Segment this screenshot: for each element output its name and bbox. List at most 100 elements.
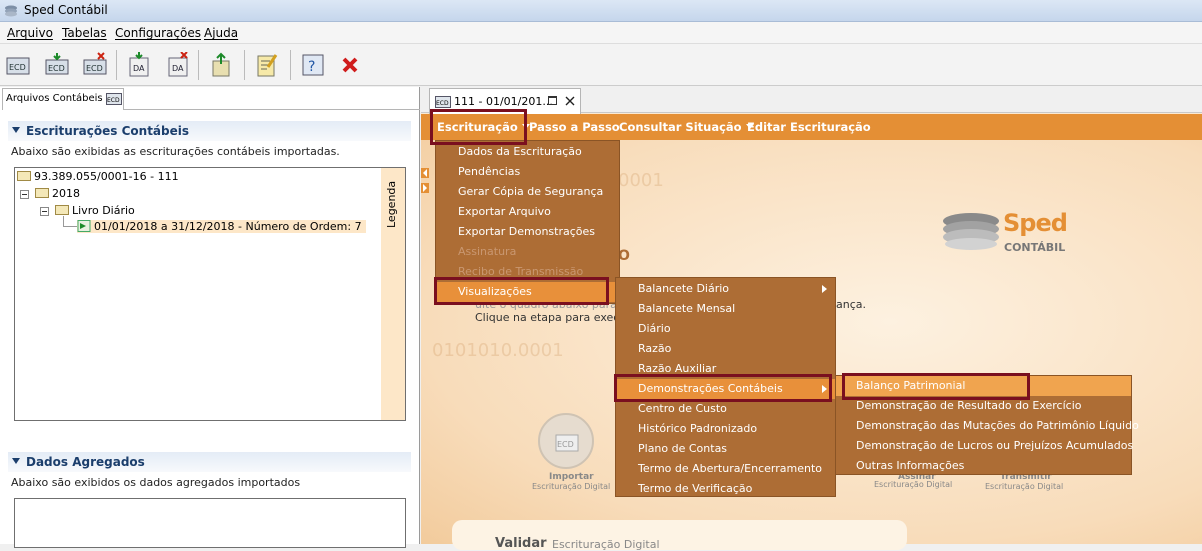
section-title: Escriturações Contábeis — [26, 124, 190, 138]
da-delete-icon[interactable]: DA — [165, 52, 191, 78]
svg-text:ECD: ECD — [557, 440, 574, 449]
menu-item-pendencias[interactable]: Pendências — [436, 162, 619, 182]
legend-label: Legenda — [385, 180, 398, 228]
visualizacoes-submenu: Balancete Diário Balancete Mensal Diário… — [615, 277, 836, 497]
escrituracao-menu-button[interactable]: Escrituração — [437, 120, 530, 134]
ecd-delete-icon[interactable]: ECD — [82, 52, 108, 78]
menu-item-label: Balancete Diário — [638, 282, 730, 295]
menu-item-balancete-diario[interactable]: Balancete Diário — [616, 279, 835, 299]
tree-node-entry[interactable]: 01/01/2018 a 31/12/2018 - Número de Orde… — [77, 220, 366, 233]
tree-node-label: 93.389.055/0001-16 - 111 — [34, 170, 179, 183]
faint-number: 0001 — [618, 170, 664, 191]
step-subtitle: Escrituração Digital — [532, 482, 611, 491]
ecd-new-icon[interactable]: ECD — [5, 52, 31, 78]
logo-sped-text: Sped — [1003, 209, 1068, 237]
toolbar: ECD ECD ECD DA DA ? — [0, 44, 1202, 86]
tree-node-year[interactable]: 2018 — [35, 187, 80, 200]
svg-text:ECD: ECD — [9, 63, 26, 72]
edit-notes-icon[interactable] — [254, 52, 280, 78]
export-icon[interactable] — [208, 52, 234, 78]
title-bar: Sped Contábil — [0, 0, 1202, 22]
maximize-icon[interactable] — [548, 96, 557, 105]
menu-item-outras-informacoes[interactable]: Outras Informações — [836, 456, 1131, 476]
collapse-icon — [12, 127, 20, 133]
menu-item-visualizacoes[interactable]: Visualizações — [436, 282, 619, 302]
menu-item-dmpl[interactable]: Demonstração das Mutações do Patrimônio … — [836, 416, 1139, 436]
svg-text:ECD: ECD — [86, 64, 103, 73]
menu-item-gerar-copia[interactable]: Gerar Cópia de Segurança — [436, 182, 619, 202]
submenu-arrow-icon — [822, 385, 827, 393]
window-title: Sped Contábil — [24, 3, 108, 17]
collapse-toggle-icon[interactable] — [40, 207, 49, 216]
tab-label: Arquivos Contábeis — [6, 93, 103, 104]
ecd-icon: ECD — [435, 96, 451, 108]
menu-item-dados-escrituracao[interactable]: Dados da Escrituração — [436, 142, 619, 162]
folder-icon — [55, 205, 69, 215]
validar-card[interactable]: Validar Escrituração Digital — [452, 520, 907, 551]
section-description: Abaixo são exibidas as escriturações con… — [11, 145, 340, 158]
menu-item-plano-contas[interactable]: Plano de Contas — [616, 439, 835, 459]
menu-ajuda[interactable]: Ajuda — [204, 26, 238, 40]
menu-item-diario[interactable]: Diário — [616, 319, 835, 339]
menu-item-balancete-mensal[interactable]: Balancete Mensal — [616, 299, 835, 319]
collapse-toggle-icon[interactable] — [20, 190, 29, 199]
toolbar-separator — [116, 50, 117, 80]
book-entry-icon — [77, 220, 91, 232]
ecd-import-icon: ECD — [555, 434, 579, 452]
close-icon[interactable] — [337, 52, 363, 78]
legend-panel[interactable]: Legenda — [381, 168, 405, 420]
document-tab-label: 111 - 01/01/201... — [454, 95, 553, 108]
menu-item-dre[interactable]: Demonstração de Resultado do Exercício — [836, 396, 1131, 416]
menu-item-historico-padronizado[interactable]: Histórico Padronizado — [616, 419, 835, 439]
button-label: Consultar Situação — [619, 120, 742, 134]
document-tab[interactable]: ECD 111 - 01/01/201... — [429, 88, 581, 114]
menu-item-termo-abertura[interactable]: Termo de Abertura/Encerramento — [616, 459, 835, 479]
menu-item-razao[interactable]: Razão — [616, 339, 835, 359]
passo-a-passo-button[interactable]: Passo a Passo — [529, 120, 620, 134]
close-tab-icon[interactable] — [565, 96, 575, 106]
svg-text:DA: DA — [172, 64, 184, 73]
section-dados-agregados-header[interactable]: Dados Agregados — [8, 452, 411, 472]
collapse-left-icon[interactable] — [421, 168, 429, 178]
tree-node-book[interactable]: Livro Diário — [55, 204, 135, 217]
svg-text:ECD: ECD — [436, 100, 449, 107]
tree-node-company[interactable]: 93.389.055/0001-16 - 111 — [17, 170, 179, 183]
consultar-situacao-menu-button[interactable]: Consultar Situação — [619, 120, 754, 134]
tab-divider — [124, 109, 420, 110]
menu-arquivo[interactable]: Arquivo — [7, 26, 53, 40]
submenu-arrow-icon — [822, 285, 827, 293]
folder-icon — [35, 188, 49, 198]
menu-item-centro-custo[interactable]: Centro de Custo — [616, 399, 835, 419]
help-icon[interactable]: ? — [300, 52, 326, 78]
section-escrituracoes-header[interactable]: Escriturações Contábeis — [8, 121, 411, 141]
menu-item-termo-verificacao[interactable]: Termo de Verificação — [616, 479, 835, 499]
sped-contabil-logo: Sped CONTÁBIL — [940, 205, 1070, 265]
tab-arquivos-contabeis[interactable]: Arquivos Contábeis ECD — [2, 88, 124, 110]
menu-item-demonstracoes-contabeis[interactable]: Demonstrações Contábeis — [616, 379, 835, 399]
escrituracoes-tree: 93.389.055/0001-16 - 111 2018 Livro Diár… — [14, 167, 406, 421]
instruction-line: Clique na etapa para exec — [475, 311, 620, 324]
tree-connector — [63, 216, 64, 226]
importar-step-icon[interactable]: ECD — [538, 413, 594, 469]
menu-tabelas[interactable]: Tabelas — [62, 26, 107, 40]
toolbar-separator — [198, 50, 199, 80]
menu-item-dlpa[interactable]: Demonstração de Lucros ou Prejuízos Acum… — [836, 436, 1133, 456]
step-subtitle: Escrituração Digital — [874, 480, 953, 489]
menu-item-razao-auxiliar[interactable]: Razão Auxiliar — [616, 359, 835, 379]
app-icon — [5, 5, 17, 17]
menu-configuracoes[interactable]: Configurações — [115, 26, 201, 40]
ecd-import-icon[interactable]: ECD — [44, 52, 70, 78]
da-import-icon[interactable]: DA — [126, 52, 152, 78]
instruction-line-end: ança. — [836, 298, 866, 311]
menu-item-balanco-patrimonial[interactable]: Balanço Patrimonial — [836, 376, 1131, 396]
button-label: Escrituração — [437, 120, 518, 134]
toolbar-separator — [290, 50, 291, 80]
expand-right-icon[interactable] — [421, 183, 429, 193]
action-bar: Escrituração Passo a Passo Consultar Sit… — [421, 114, 1202, 140]
sped-logo-icon — [943, 213, 999, 250]
svg-text:?: ? — [308, 59, 315, 75]
menu-item-exportar-demonstracoes[interactable]: Exportar Demonstrações — [436, 222, 619, 242]
menu-item-exportar-arquivo[interactable]: Exportar Arquivo — [436, 202, 619, 222]
editar-escrituracao-button[interactable]: Editar Escrituração — [747, 120, 871, 134]
demonstracoes-submenu: Balanço Patrimonial Demonstração de Resu… — [835, 375, 1139, 476]
